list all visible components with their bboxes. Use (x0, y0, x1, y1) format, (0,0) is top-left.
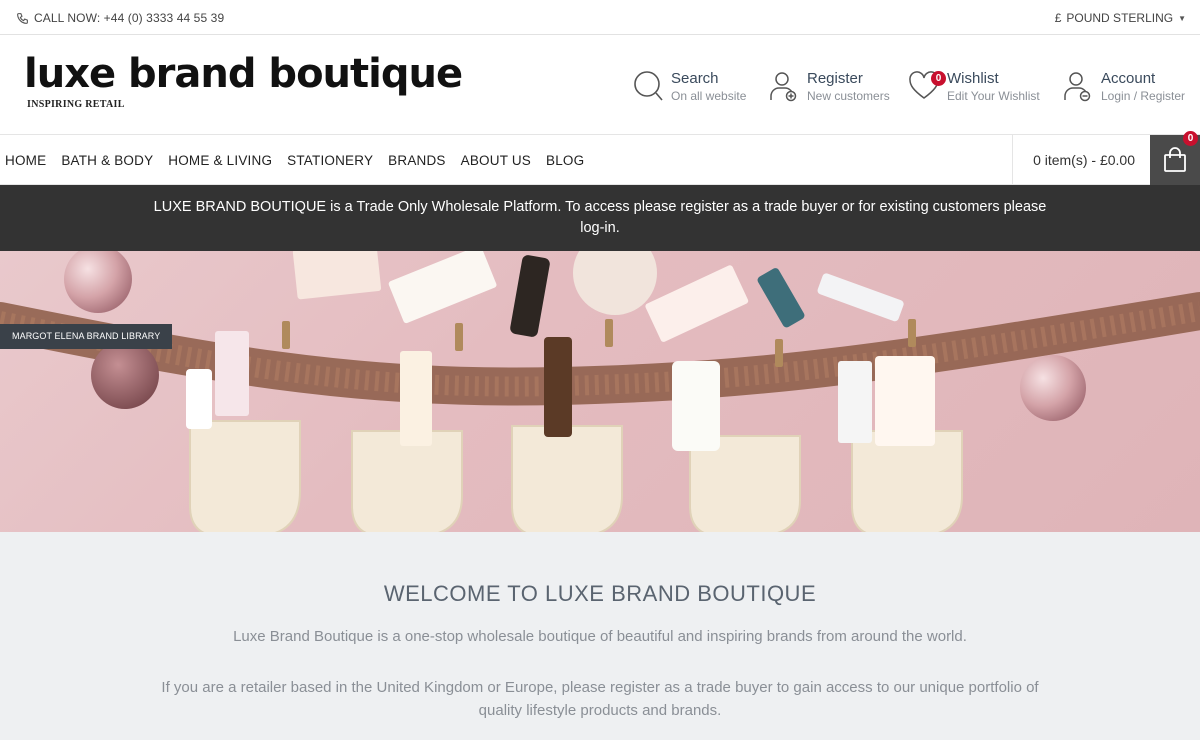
currency-symbol: £ (1054, 11, 1062, 25)
brand-library-tag[interactable]: MARGOT ELENA BRAND LIBRARY (0, 324, 173, 349)
cart-summary: 0 item(s) - £0.00 (1033, 152, 1135, 168)
call-now-label: CALL NOW: +44 (0) 3333 44 55 39 (34, 11, 225, 25)
search-icon (633, 70, 663, 104)
user-add-icon (769, 70, 799, 104)
header-wishlist[interactable]: 0 Wishlist Edit Your Wishlist (909, 70, 1040, 104)
logo-tagline: INSPIRING RETAIL (27, 99, 125, 110)
header-search[interactable]: Search On all website (633, 70, 746, 104)
user-icon (1063, 70, 1093, 104)
header: luxe brand boutique INSPIRING RETAIL Sea… (0, 35, 1200, 135)
currency-label: POUND STERLING (1066, 11, 1174, 25)
trade-notice: LUXE BRAND BOUTIQUE is a Trade Only Whol… (0, 185, 1200, 251)
heart-icon: 0 (909, 70, 946, 104)
nav-item-stationery[interactable]: STATIONERY (287, 153, 373, 168)
account-sub: Login / Register (1101, 89, 1186, 103)
nav-item-bath-body[interactable]: BATH & BODY (61, 153, 153, 168)
nav-item-about-us[interactable]: ABOUT US (461, 153, 531, 168)
shopping-bag-icon (1164, 147, 1186, 172)
cart[interactable]: 0 item(s) - £0.00 0 (1012, 131, 1200, 185)
currency-selector[interactable]: £ POUND STERLING ▼ (1055, 11, 1186, 25)
cart-button[interactable]: 0 (1150, 131, 1200, 185)
search-sub: On all website (671, 89, 747, 103)
register-title: Register (807, 70, 863, 87)
header-register[interactable]: Register New customers (769, 70, 890, 104)
welcome-title: WELCOME TO LUXE BRAND BOUTIQUE (383, 581, 817, 606)
welcome-paragraph-1: Luxe Brand Boutique is a one-stop wholes… (233, 628, 967, 645)
register-sub: New customers (807, 89, 890, 103)
call-now[interactable]: CALL NOW: +44 (0) 3333 44 55 39 (16, 11, 224, 25)
top-bar: CALL NOW: +44 (0) 3333 44 55 39 £ POUND … (0, 0, 1200, 35)
trade-notice-text: LUXE BRAND BOUTIQUE is a Trade Only Whol… (153, 199, 1047, 236)
wishlist-sub: Edit Your Wishlist (947, 89, 1040, 103)
caret-down-icon: ▼ (1178, 13, 1186, 23)
welcome-section: WELCOME TO LUXE BRAND BOUTIQUE Luxe Bran… (0, 532, 1200, 740)
hero-banner[interactable]: MARGOT ELENA BRAND LIBRARY (0, 251, 1200, 532)
nav-item-blog[interactable]: BLOG (546, 153, 584, 168)
hero-image (0, 251, 1200, 532)
cart-badge: 0 (1183, 131, 1198, 146)
wishlist-badge: 0 (931, 71, 946, 86)
welcome-paragraph-2: If you are a retailer based in the Unite… (161, 679, 1039, 719)
nav-item-brands[interactable]: BRANDS (388, 153, 445, 168)
account-title: Account (1101, 70, 1156, 87)
wishlist-title: Wishlist (947, 70, 999, 87)
main-nav: HOME BATH & BODY HOME & LIVING STATIONER… (0, 131, 1200, 185)
search-title: Search (671, 70, 719, 87)
nav-item-home-living[interactable]: HOME & LIVING (168, 153, 272, 168)
nav-item-home[interactable]: HOME (5, 153, 46, 168)
header-account[interactable]: Account Login / Register (1063, 70, 1185, 104)
phone-icon (17, 12, 28, 24)
logo-text: luxe brand boutique (24, 51, 463, 97)
